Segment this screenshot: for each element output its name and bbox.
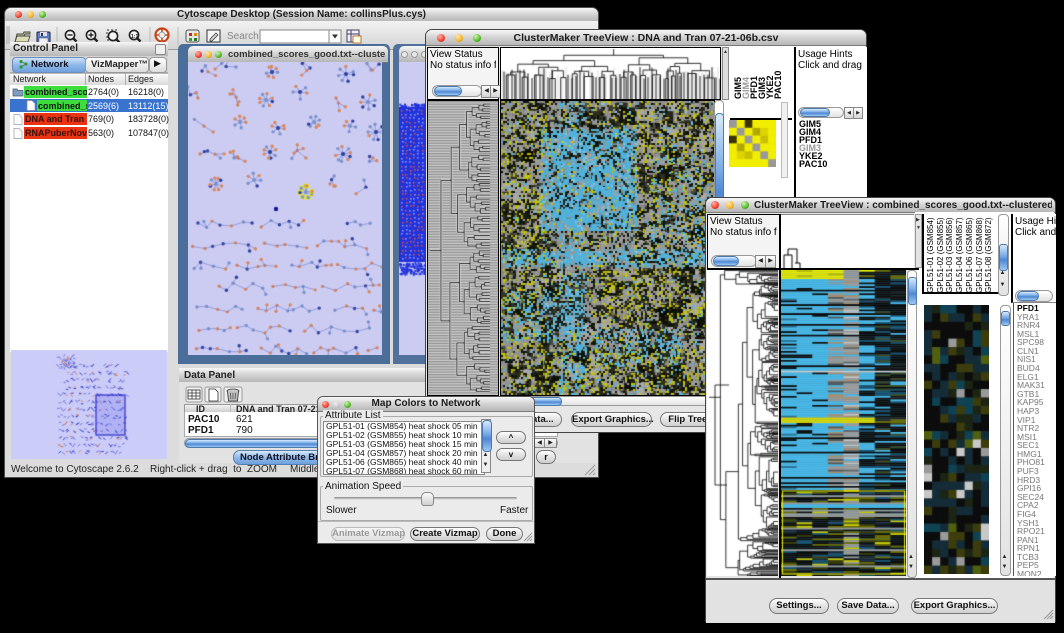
svg-text:1:1: 1:1 [131, 34, 138, 40]
svg-text:Search:: Search: [227, 31, 261, 42]
